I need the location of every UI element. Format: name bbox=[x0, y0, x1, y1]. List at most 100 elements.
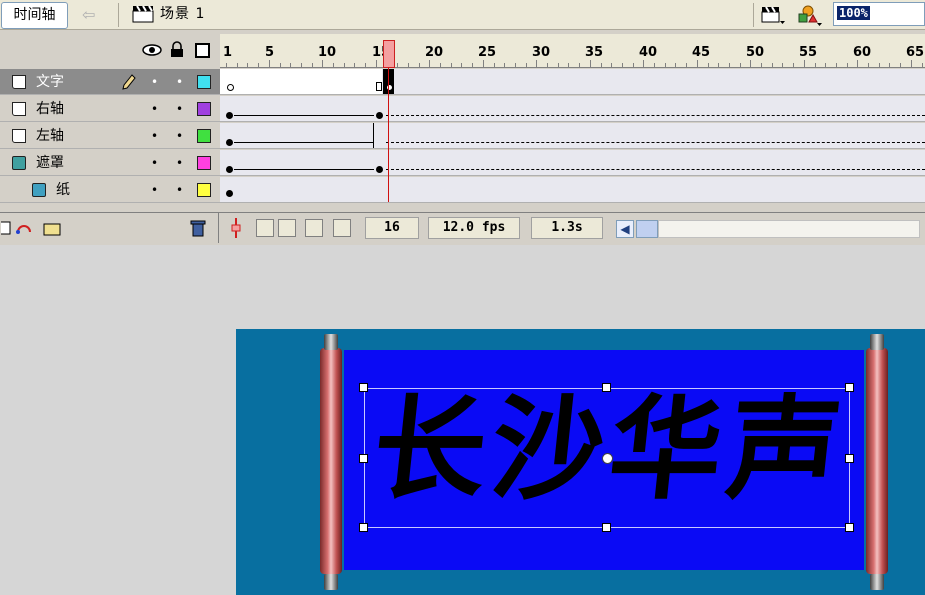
ruler-label: 50 bbox=[746, 45, 765, 60]
ruler-tick bbox=[557, 63, 559, 67]
layer-outline-swatch[interactable] bbox=[197, 156, 211, 170]
horizontal-scrollbar-track[interactable] bbox=[658, 220, 920, 238]
ruler-label: 55 bbox=[799, 45, 818, 60]
lock-dot[interactable]: • bbox=[176, 76, 183, 88]
ruler-tick bbox=[311, 63, 313, 67]
ruler-tick bbox=[300, 63, 302, 67]
layer-outline-swatch[interactable] bbox=[197, 75, 211, 89]
eye-icon[interactable] bbox=[142, 43, 162, 57]
edit-scene-icon[interactable] bbox=[760, 4, 786, 26]
scene-clapper-icon bbox=[132, 5, 154, 23]
ruler-tick bbox=[846, 63, 848, 67]
ruler-tick bbox=[429, 60, 431, 67]
frames-row-text[interactable] bbox=[220, 69, 925, 95]
empty-keyframe[interactable] bbox=[227, 84, 234, 91]
scene-name: 场景 1 bbox=[160, 6, 206, 22]
frames-row-mask[interactable] bbox=[220, 150, 925, 176]
ruler-tick bbox=[365, 63, 367, 67]
ruler-tick bbox=[493, 63, 495, 67]
frames-row-left-axis[interactable] bbox=[220, 123, 925, 149]
pencil-icon bbox=[122, 74, 136, 90]
ruler-tick bbox=[900, 63, 902, 67]
add-layer-icon[interactable] bbox=[0, 220, 64, 236]
frame-extension bbox=[386, 115, 925, 116]
ruler-tick bbox=[279, 63, 281, 67]
keyframe[interactable] bbox=[376, 112, 383, 119]
layer-row-mask[interactable]: 遮罩 • • bbox=[0, 150, 220, 176]
transform-handle[interactable] bbox=[602, 523, 611, 532]
modify-onion-markers-button[interactable] bbox=[333, 219, 351, 237]
layer-row-right-axis[interactable]: 右轴 • • bbox=[0, 96, 220, 122]
lock-icon[interactable] bbox=[170, 41, 184, 58]
transform-center-point[interactable] bbox=[602, 453, 613, 464]
horizontal-scrollbar-thumb[interactable] bbox=[636, 220, 658, 238]
transform-handle[interactable] bbox=[845, 454, 854, 463]
ruler-tick bbox=[482, 60, 484, 67]
timeline-toggle-button[interactable]: 时间轴 bbox=[1, 2, 68, 29]
frames-row-right-axis[interactable] bbox=[220, 96, 925, 122]
back-arrow-icon[interactable]: ⇦ bbox=[82, 6, 95, 24]
layer-row-left-axis[interactable]: 左轴 • • bbox=[0, 123, 220, 149]
visibility-dot[interactable]: • bbox=[151, 184, 158, 196]
keyframe[interactable] bbox=[226, 166, 233, 173]
transform-handle[interactable] bbox=[845, 523, 854, 532]
ruler-tick bbox=[343, 63, 345, 67]
ruler-tick bbox=[579, 63, 581, 67]
keyframe[interactable] bbox=[226, 112, 233, 119]
ruler-tick bbox=[514, 63, 516, 67]
keyframe[interactable] bbox=[226, 139, 233, 146]
playhead-line bbox=[388, 68, 389, 202]
edit-symbol-icon[interactable] bbox=[796, 3, 822, 27]
ruler-label: 65 bbox=[906, 45, 925, 60]
layer-name: 遮罩 bbox=[36, 155, 64, 171]
lock-dot[interactable]: • bbox=[176, 103, 183, 115]
layer-row-paper[interactable]: 纸 • • bbox=[0, 177, 220, 203]
ruler-tick bbox=[910, 60, 912, 67]
onion-skin-button[interactable] bbox=[256, 219, 274, 237]
keyframe[interactable] bbox=[226, 190, 233, 197]
ruler-tick bbox=[803, 60, 805, 67]
edit-multiple-frames-button[interactable] bbox=[305, 219, 323, 237]
layer-outline-swatch[interactable] bbox=[197, 129, 211, 143]
transform-handle[interactable] bbox=[359, 383, 368, 392]
motion-tween bbox=[234, 169, 374, 170]
frames-row-paper[interactable] bbox=[220, 177, 925, 203]
ruler-label: 25 bbox=[478, 45, 497, 60]
ruler-tick bbox=[868, 63, 869, 67]
onion-skin-outlines-button[interactable] bbox=[278, 219, 296, 237]
keyframe[interactable] bbox=[376, 166, 383, 173]
visibility-dot[interactable]: • bbox=[151, 103, 158, 115]
ruler-tick bbox=[664, 63, 666, 67]
ruler-tick bbox=[632, 63, 634, 67]
trash-icon[interactable] bbox=[190, 219, 206, 237]
ruler-tick bbox=[525, 63, 527, 67]
transform-handle[interactable] bbox=[602, 383, 611, 392]
visibility-dot[interactable]: • bbox=[151, 76, 158, 88]
scroll-left-icon[interactable]: ◀ bbox=[616, 220, 634, 238]
playhead[interactable] bbox=[383, 40, 395, 68]
timeline-statusbar: 16 12.0 fps 1.3s ◀ bbox=[0, 212, 925, 243]
outline-icon[interactable] bbox=[195, 43, 210, 58]
transform-handle[interactable] bbox=[359, 523, 368, 532]
right-scroll-roller bbox=[866, 348, 888, 574]
layer-outline-swatch[interactable] bbox=[197, 102, 211, 116]
ruler-tick bbox=[333, 63, 334, 67]
frame-extension bbox=[386, 169, 925, 170]
layer-outline-swatch[interactable] bbox=[197, 183, 211, 197]
visibility-dot[interactable]: • bbox=[151, 130, 158, 142]
lock-dot[interactable]: • bbox=[176, 157, 183, 169]
ruler-tick bbox=[418, 63, 420, 67]
layer-row-text[interactable]: 文字 • • bbox=[0, 69, 220, 95]
zoom-input[interactable]: 100% bbox=[833, 2, 925, 26]
transform-handle[interactable] bbox=[845, 383, 854, 392]
statusbar-divider bbox=[218, 213, 219, 243]
transform-handle[interactable] bbox=[359, 454, 368, 463]
ruler-tick bbox=[589, 60, 591, 67]
lock-dot[interactable]: • bbox=[176, 130, 183, 142]
visibility-dot[interactable]: • bbox=[151, 157, 158, 169]
lock-dot[interactable]: • bbox=[176, 184, 183, 196]
ruler-label: 10 bbox=[318, 45, 337, 60]
frame-ruler[interactable]: 1 5 10 15 20 25 30 35 40 45 50 55 60 65 bbox=[220, 34, 925, 68]
ruler-tick bbox=[718, 63, 720, 67]
center-frame-icon[interactable] bbox=[229, 218, 243, 238]
